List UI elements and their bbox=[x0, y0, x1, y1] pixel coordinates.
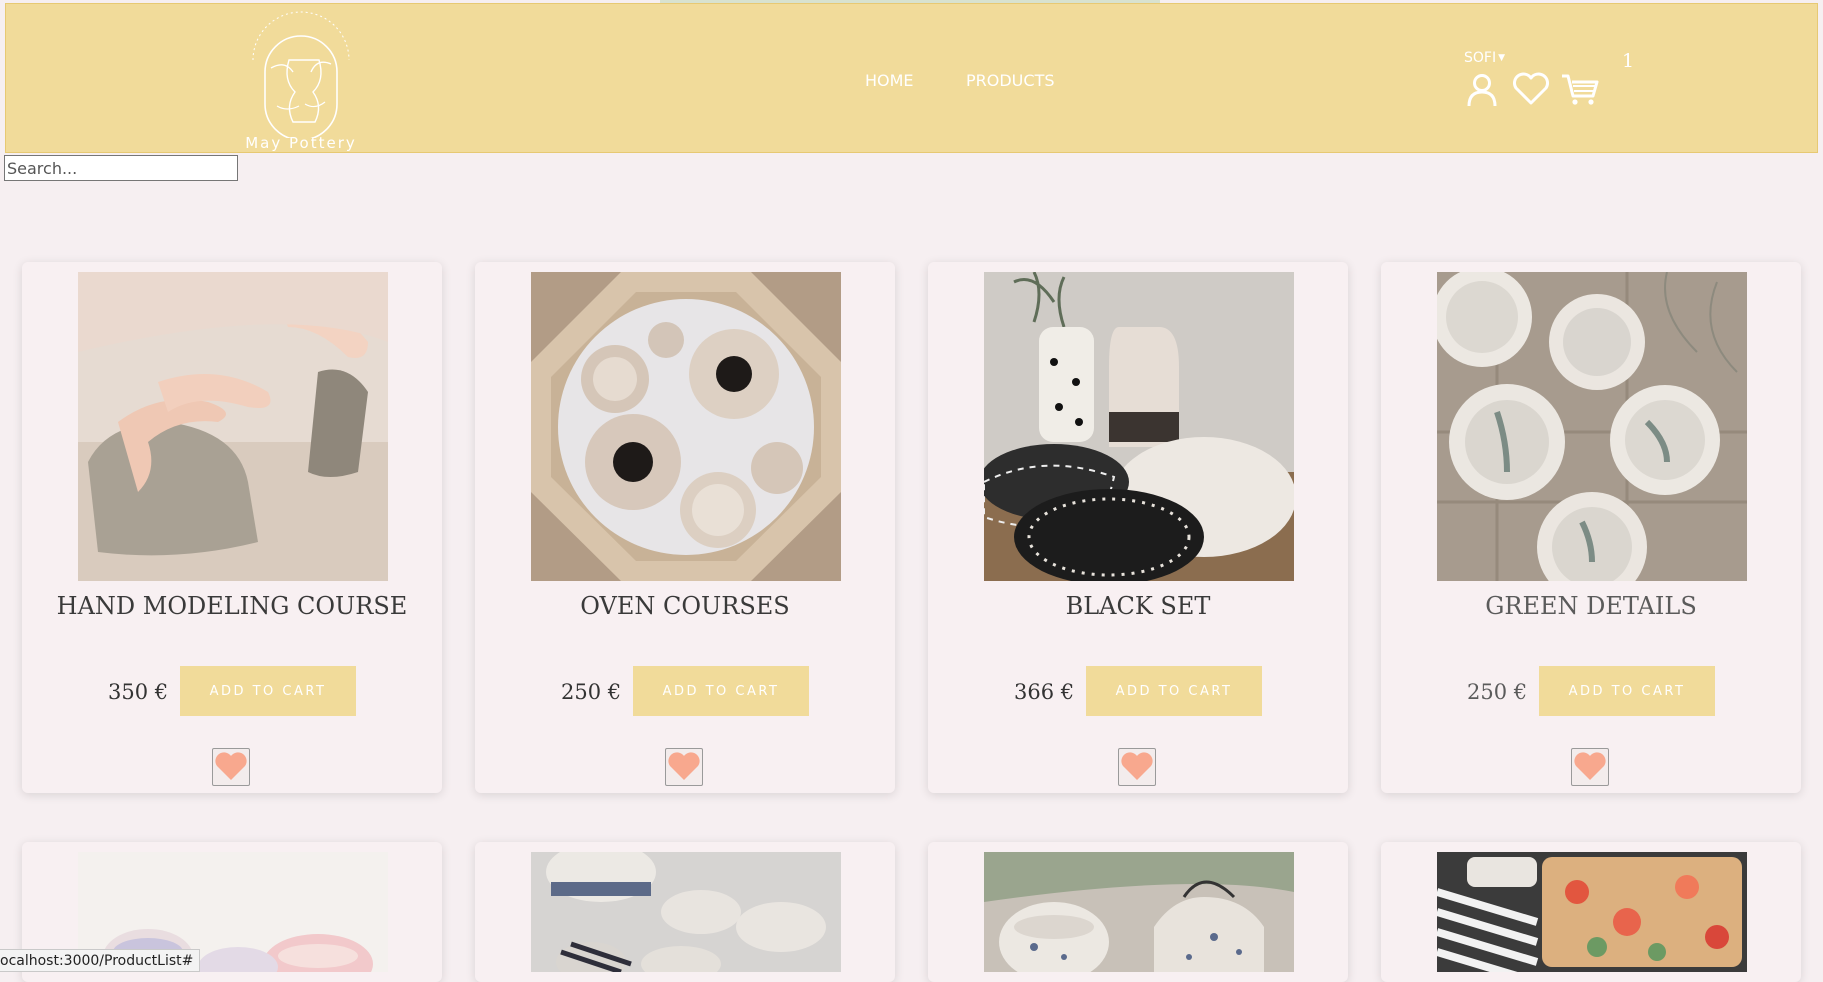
product-image[interactable] bbox=[984, 852, 1294, 972]
add-to-cart-button[interactable]: ADD TO CART bbox=[180, 666, 356, 716]
favorite-button[interactable] bbox=[212, 748, 250, 786]
product-image-green-details[interactable] bbox=[1437, 272, 1747, 581]
nav-home-link[interactable]: HOME bbox=[865, 71, 914, 90]
add-to-cart-button[interactable]: ADD TO CART bbox=[1086, 666, 1262, 716]
add-to-cart-button[interactable]: ADD TO CART bbox=[633, 666, 809, 716]
favorite-button[interactable] bbox=[1571, 748, 1609, 786]
heart-icon[interactable] bbox=[1512, 72, 1550, 110]
pottery-logo-icon bbox=[252, 11, 350, 138]
product-price: 366 € bbox=[1014, 680, 1075, 704]
product-card bbox=[928, 842, 1348, 982]
product-image-black-set[interactable] bbox=[984, 272, 1294, 581]
site-header: May Pottery HOME PRODUCTS SOFI ▼ 1 bbox=[5, 3, 1818, 153]
product-card: OVEN COURSES 250 € ADD TO CART bbox=[475, 262, 895, 793]
user-icon[interactable] bbox=[1464, 72, 1500, 112]
heart-icon bbox=[1574, 752, 1606, 780]
user-name: SOFI bbox=[1464, 50, 1497, 66]
heart-icon bbox=[215, 752, 247, 780]
product-title[interactable]: GREEN DETAILS bbox=[1381, 592, 1801, 620]
product-title[interactable]: HAND MODELING COURSE bbox=[22, 592, 442, 620]
product-image[interactable] bbox=[531, 852, 841, 972]
status-bar-url: ocalhost:3000/ProductList# bbox=[0, 949, 201, 972]
product-title[interactable]: BLACK SET bbox=[928, 592, 1348, 620]
product-title[interactable]: OVEN COURSES bbox=[475, 592, 895, 620]
product-price: 350 € bbox=[108, 680, 169, 704]
product-card bbox=[475, 842, 895, 982]
product-price: 250 € bbox=[1467, 680, 1528, 704]
logo-text: May Pottery bbox=[245, 134, 357, 152]
product-card: HAND MODELING COURSE 350 € ADD TO CART bbox=[22, 262, 442, 793]
product-price: 250 € bbox=[561, 680, 622, 704]
product-card: GREEN DETAILS 250 € ADD TO CART bbox=[1381, 262, 1801, 793]
add-to-cart-button[interactable]: ADD TO CART bbox=[1539, 666, 1715, 716]
product-image-hand-modeling[interactable] bbox=[78, 272, 388, 581]
caret-down-icon: ▼ bbox=[1498, 53, 1506, 63]
product-image[interactable] bbox=[1437, 852, 1747, 972]
product-card bbox=[1381, 842, 1801, 982]
heart-icon bbox=[1121, 752, 1153, 780]
favorite-button[interactable] bbox=[665, 748, 703, 786]
cart-count-badge: 1 bbox=[1622, 50, 1635, 72]
logo[interactable]: May Pottery bbox=[231, 8, 371, 154]
nav-products-link[interactable]: PRODUCTS bbox=[966, 71, 1055, 90]
user-dropdown[interactable]: SOFI ▼ bbox=[1464, 50, 1505, 66]
cart-icon[interactable] bbox=[1560, 72, 1600, 110]
search-input[interactable] bbox=[4, 155, 238, 181]
favorite-button[interactable] bbox=[1118, 748, 1156, 786]
heart-icon bbox=[668, 752, 700, 780]
product-card: BLACK SET 366 € ADD TO CART bbox=[928, 262, 1348, 793]
product-image-oven[interactable] bbox=[531, 272, 841, 581]
